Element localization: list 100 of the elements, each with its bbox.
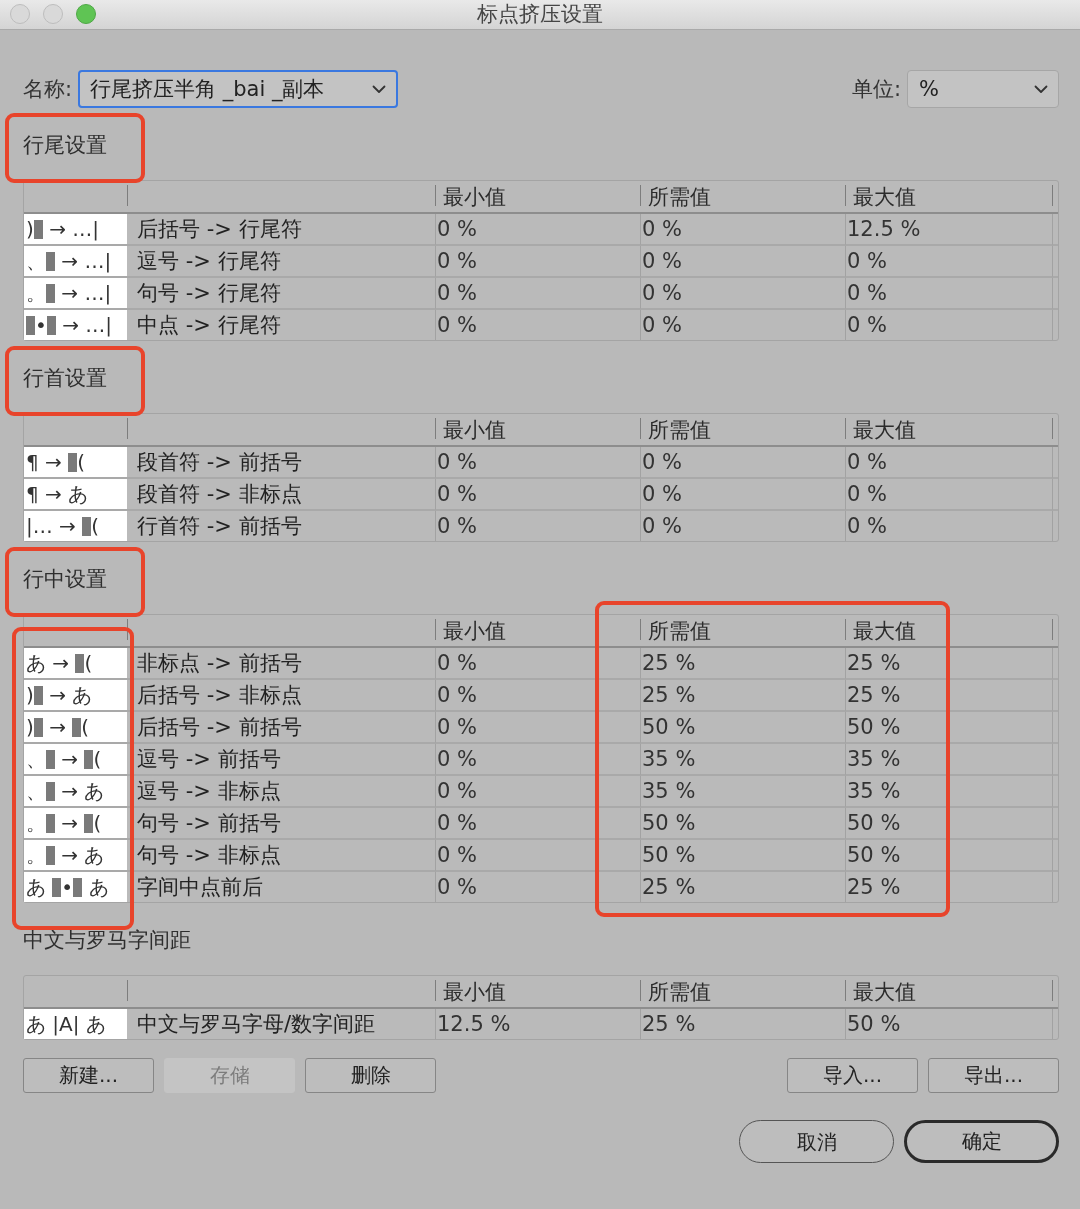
symbol-text: → …| (48, 217, 100, 241)
table-cell: 0 % (435, 511, 640, 541)
symbol-text: → …| (60, 281, 112, 305)
chevron-down-icon (372, 84, 387, 94)
symbol-text: ) (26, 715, 34, 739)
table-cell: 后括号 -> 前括号 (127, 712, 435, 744)
table-cell: 50 % (845, 1009, 1052, 1039)
symbol-text: → (48, 715, 67, 739)
table-cell-text: 中点 -> 行尾符 (136, 312, 282, 339)
column-header: 最小值 (442, 618, 507, 645)
table-cell: 25 % (640, 1009, 845, 1039)
table-cell-text: 中文与罗马字母/数字间距 (136, 1011, 377, 1038)
column-header: 所需值 (647, 184, 712, 211)
table-cell-text: 行首符 -> 前括号 (136, 513, 303, 540)
block-icon (82, 516, 92, 536)
table-cell: 0 % (640, 310, 845, 340)
block-icon (46, 251, 55, 271)
name-dropdown[interactable]: 行尾挤压半角 _bai _副本 (78, 70, 399, 108)
table-cell: 0 % (435, 278, 640, 310)
symbol-text: • (35, 313, 47, 337)
symbol-text: ( (93, 747, 102, 771)
table-cell: 0 % (435, 648, 640, 680)
section-title: 中文与罗马字间距 (23, 927, 191, 953)
block-icon (84, 749, 94, 769)
symbol-text: ) (26, 683, 34, 707)
block-icon (75, 653, 85, 673)
symbol-text: ( (77, 450, 85, 474)
symbol-text: ( (84, 651, 93, 675)
table-cell: 0 % (435, 479, 640, 511)
action-button[interactable]: 新建... (23, 1058, 154, 1093)
column-header: 所需值 (647, 979, 712, 1006)
table-cell: 0 % (640, 511, 845, 541)
table-cell: 0 % (640, 278, 845, 310)
block-icon (46, 845, 55, 865)
symbol-text: 、 (26, 247, 46, 275)
table-cell: 0 % (435, 246, 640, 278)
table-cell: 0 % (640, 214, 845, 246)
symbol-text: → あ (60, 841, 105, 869)
symbol-text: あ → (26, 649, 71, 677)
symbol-text: あ (87, 873, 109, 901)
table-cell: 0 % (435, 840, 640, 872)
column-header: 最大值 (852, 979, 917, 1006)
minimize-button[interactable] (43, 4, 63, 24)
table-cell: 35 % (640, 744, 845, 776)
table-cell: 句号 -> 行尾符 (127, 278, 435, 310)
block-icon (46, 781, 55, 801)
table-cell: 25 % (845, 872, 1052, 902)
ok-button[interactable]: 确定 (904, 1120, 1059, 1163)
unit-dropdown[interactable]: % (907, 70, 1059, 108)
table-cell: 段首符 -> 非标点 (127, 479, 435, 511)
table-cell: 0 % (845, 479, 1052, 511)
table-cell: 0 % (435, 808, 640, 840)
block-icon (84, 813, 94, 833)
block-icon (73, 877, 83, 897)
table-cell: 50 % (845, 808, 1052, 840)
section-title: 行尾设置 (23, 132, 107, 158)
table-cell: 0 % (640, 246, 845, 278)
symbol-text: → あ (60, 777, 105, 805)
symbol-text: → …| (60, 249, 112, 273)
symbol-text: あ |A| あ (26, 1010, 106, 1038)
action-button[interactable]: 导出... (928, 1058, 1059, 1093)
cancel-button[interactable]: 取消 (739, 1120, 894, 1163)
block-icon (46, 813, 55, 833)
table-cell: 0 % (435, 447, 640, 479)
section-title: 行首设置 (23, 365, 107, 391)
block-icon (46, 749, 55, 769)
block-icon (46, 315, 56, 335)
table-cell: 50 % (845, 712, 1052, 744)
column-header: 最小值 (442, 979, 507, 1006)
column-header: 所需值 (647, 618, 712, 645)
symbol-text: → (60, 811, 80, 835)
table-cell-text: 字间中点前后 (136, 874, 264, 901)
field-label: 名称: (23, 76, 73, 103)
table-cell: 0 % (845, 447, 1052, 479)
block-icon (26, 315, 35, 335)
table-cell: 50 % (640, 808, 845, 840)
symbol-text: → …| (61, 313, 112, 337)
symbol-text: ) (26, 217, 34, 241)
table-cell: 35 % (845, 744, 1052, 776)
table-cell: 段首符 -> 前括号 (127, 447, 435, 479)
field-label: 单位: (851, 76, 901, 103)
table-cell: 0 % (845, 310, 1052, 340)
block-icon (68, 452, 78, 472)
table-cell: 25 % (640, 648, 845, 680)
table-cell: 0 % (845, 246, 1052, 278)
block-icon (72, 717, 82, 737)
action-button[interactable]: 导入... (787, 1058, 918, 1093)
action-button[interactable]: 删除 (305, 1058, 436, 1093)
symbol-text: 、 (26, 777, 46, 805)
column-header: 最小值 (442, 417, 507, 444)
symbol-text: ¶ → (26, 450, 63, 474)
symbol-text: 。 (26, 279, 46, 307)
block-icon (33, 685, 43, 705)
zoom-button[interactable] (76, 4, 96, 24)
table-cell: 25 % (845, 680, 1052, 712)
symbol-text: |… → (26, 514, 77, 538)
close-button[interactable] (10, 4, 30, 24)
table-cell: 0 % (435, 680, 640, 712)
column-header: 最小值 (442, 184, 507, 211)
table-cell: 50 % (640, 840, 845, 872)
